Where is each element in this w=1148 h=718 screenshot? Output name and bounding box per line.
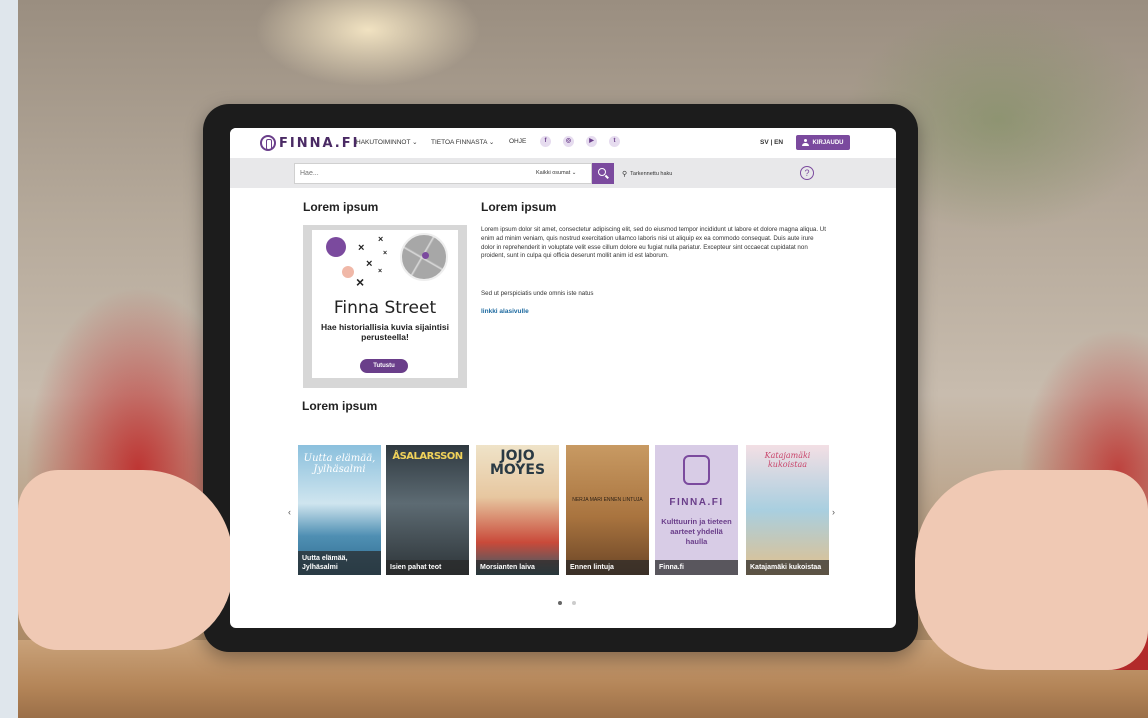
x-mark-icon: × xyxy=(378,234,384,244)
facebook-icon[interactable]: f xyxy=(540,136,551,147)
book-card[interactable]: Uutta elämää, Jylhäsalmi Uutta elämää, J… xyxy=(298,445,381,575)
carousel-prev-arrow[interactable]: ‹ xyxy=(288,507,291,517)
book-cover-text: JOJO MOYES xyxy=(489,448,546,478)
language-switcher[interactable]: SV | EN xyxy=(760,139,783,146)
search-bar: Kaikki osumat ⌄ ⚲ Tarkennettu haku ? xyxy=(230,158,896,188)
finna-logo-icon xyxy=(260,135,276,151)
book-cover-text: Uutta elämää, Jylhäsalmi xyxy=(303,453,376,475)
x-mark-icon: × xyxy=(366,258,373,270)
x-mark-icon: × xyxy=(356,274,365,290)
book-cover-text: ÅSALARSSON xyxy=(392,451,463,462)
advanced-search-icon: ⚲ xyxy=(622,171,628,178)
carousel-next-arrow[interactable]: › xyxy=(832,507,835,517)
login-label: KIRJAUDU xyxy=(812,139,844,146)
nav-help[interactable]: OHJE xyxy=(509,138,526,145)
subpage-link[interactable]: linkki alasivulle xyxy=(481,308,529,315)
peach-dot xyxy=(342,266,354,278)
book-card[interactable]: JOJO MOYES Morsianten laiva xyxy=(476,445,559,575)
book-cover-text: FINNA.FI xyxy=(669,497,724,508)
left-hand xyxy=(18,470,233,650)
nav-search-functions[interactable]: HAKUTOIMINNOT ⌄ xyxy=(356,138,418,146)
book-caption: Isien pahat teot xyxy=(386,560,469,575)
site-logo[interactable]: FINNA.FI xyxy=(260,134,359,152)
search-icon xyxy=(598,168,606,176)
twitter-icon[interactable]: t xyxy=(609,136,620,147)
promo-subtitle: Hae historiallisia kuvia sijaintisi peru… xyxy=(320,322,450,342)
logo-text: FINNA.FI xyxy=(279,135,360,151)
body-paragraph: Lorem ipsum dolor sit amet, consectetur … xyxy=(481,226,826,260)
right-hand xyxy=(915,470,1148,670)
book-card[interactable]: Katajamäki kukoistaa Katajamäki kukoista… xyxy=(746,445,829,575)
youtube-icon[interactable]: ▶ xyxy=(586,136,597,147)
x-mark-icon: × xyxy=(358,242,365,254)
book-caption: Uutta elämää, Jylhäsalmi xyxy=(298,551,381,575)
book-caption: Ennen lintuja xyxy=(566,560,649,575)
instagram-icon[interactable]: ◎ xyxy=(563,136,574,147)
book-card[interactable]: NERJA MARI ENNEN LINTUJA Ennen lintuja xyxy=(566,445,649,575)
book-cover-text: Katajamäki kukoistaa xyxy=(764,451,811,469)
user-icon xyxy=(802,139,810,146)
advanced-search-label: Tarkennettu haku xyxy=(630,171,673,177)
search-button[interactable] xyxy=(592,163,614,184)
book-cover-subtitle: Kulttuurin ja tieteen aarteet yhdellä ha… xyxy=(661,517,732,546)
x-mark-icon: × xyxy=(378,268,383,275)
promo-button[interactable]: Tutustu xyxy=(360,359,408,373)
book-card[interactable]: FINNA.FI Kulttuurin ja tieteen aarteet y… xyxy=(655,445,738,575)
finna-logo-icon xyxy=(683,455,710,485)
book-card[interactable]: ÅSALARSSON Isien pahat teot xyxy=(386,445,469,575)
top-navigation: FINNA.FI HAKUTOIMINNOT ⌄ TIETOA FINNASTA… xyxy=(230,128,896,158)
finna-street-promo[interactable]: × × × × × × Finna Street Hae historialli… xyxy=(303,225,467,388)
book-caption: Finna.fi xyxy=(655,560,738,575)
carousel-heading: Lorem ipsum xyxy=(302,399,378,413)
book-caption: Morsianten laiva xyxy=(476,560,559,575)
promo-title: Finna Street xyxy=(333,298,437,318)
book-cover-text: NERJA MARI ENNEN LINTUJA xyxy=(572,497,643,503)
tablet-screen: FINNA.FI HAKUTOIMINNOT ⌄ TIETOA FINNASTA… xyxy=(230,128,896,628)
body-paragraph-2: Sed ut perspiciatis unde omnis iste natu… xyxy=(481,290,594,297)
search-scope-select[interactable]: Kaikki osumat ⌄ xyxy=(536,170,576,176)
promo-card: × × × × × × Finna Street Hae historialli… xyxy=(312,230,458,378)
right-heading: Lorem ipsum xyxy=(481,200,557,214)
advanced-search-link[interactable]: ⚲ Tarkennettu haku xyxy=(622,170,672,178)
x-mark-icon: × xyxy=(383,250,388,257)
purple-dot xyxy=(326,237,346,257)
help-icon[interactable]: ? xyxy=(800,166,814,180)
left-heading: Lorem ipsum xyxy=(303,200,379,214)
nav-about-finna[interactable]: TIETOA FINNASTA ⌄ xyxy=(431,138,494,146)
carousel-page-dot[interactable] xyxy=(572,601,576,605)
carousel-page-dot-active[interactable] xyxy=(558,601,562,605)
login-button[interactable]: KIRJAUDU xyxy=(796,135,850,150)
map-pin-icon xyxy=(422,252,429,259)
book-caption: Katajamäki kukoistaa xyxy=(746,560,829,575)
